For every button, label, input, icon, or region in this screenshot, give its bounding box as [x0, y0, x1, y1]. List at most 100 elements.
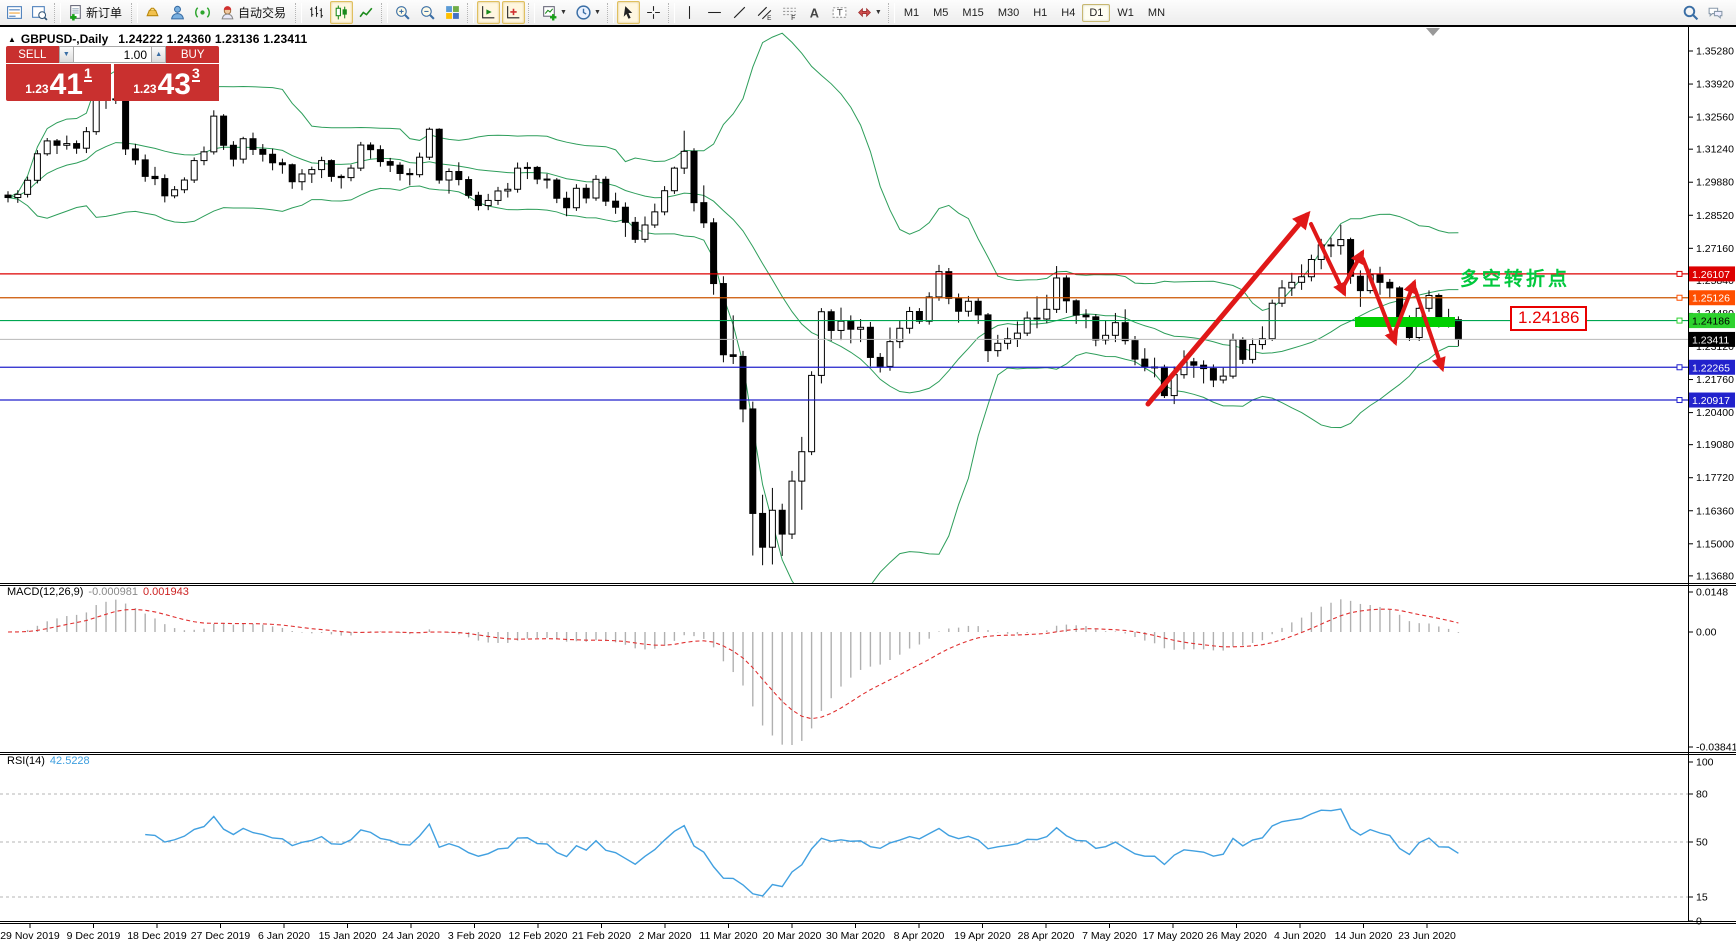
- candle-body: [1249, 344, 1257, 360]
- candle-body: [73, 143, 81, 149]
- volume-down-button[interactable]: ▼: [58, 46, 74, 63]
- candle-body: [63, 143, 71, 146]
- candle-body: [180, 179, 188, 191]
- line-anchor[interactable]: [1676, 294, 1683, 301]
- label-button[interactable]: T: [828, 1, 851, 24]
- candle-body: [396, 164, 404, 174]
- timeframe-m30-button[interactable]: M30: [991, 4, 1026, 22]
- candle-body: [435, 128, 443, 181]
- line-chart-button[interactable]: [355, 1, 378, 24]
- collapse-panel-icon[interactable]: ▲: [8, 35, 16, 44]
- candle-body: [1209, 368, 1217, 381]
- timeframe-m15-button[interactable]: M15: [955, 4, 990, 22]
- cursor-button[interactable]: [616, 1, 640, 24]
- buy-button[interactable]: BUY: [166, 46, 219, 63]
- candle-body: [768, 509, 776, 548]
- vertical-line-icon: [681, 4, 698, 21]
- level-price-label[interactable]: 1.24186: [1510, 306, 1588, 331]
- history-center-button[interactable]: [141, 1, 164, 24]
- svg-text:1.17720: 1.17720: [1696, 472, 1734, 484]
- line-anchor[interactable]: [1676, 270, 1683, 277]
- toolbar-separator: [528, 2, 536, 23]
- tile-windows-button[interactable]: [441, 1, 464, 24]
- chart-shift-marker[interactable]: [1426, 28, 1440, 36]
- candle-body: [504, 188, 512, 192]
- date-axis[interactable]: 29 Nov 2019 9 Dec 2019 18 Dec 2019 27 Dec 2…: [0, 924, 1456, 942]
- candle-body: [808, 374, 816, 453]
- period-button[interactable]: ▼: [572, 1, 604, 24]
- text-icon: A: [806, 4, 823, 21]
- buy-price-big: 43: [157, 68, 191, 101]
- candle-body: [239, 138, 247, 160]
- sell-price-prefix: 1.23: [25, 82, 49, 96]
- candle-body: [847, 320, 855, 330]
- zoom-out-button[interactable]: [416, 1, 439, 24]
- horizontal-line-button[interactable]: [703, 1, 726, 24]
- timeframe-d1-button[interactable]: D1: [1082, 3, 1111, 22]
- candle-body: [1190, 361, 1198, 366]
- candle-body: [582, 187, 590, 199]
- price-axis[interactable]: 1.35280 1.33920 1.32560 1.31240 1.29880 1.285…: [1688, 46, 1736, 928]
- timeframe-m1-button[interactable]: M1: [897, 4, 926, 22]
- svg-text:8 Apr 2020: 8 Apr 2020: [894, 930, 945, 942]
- candle-body: [210, 115, 218, 153]
- line-anchor[interactable]: [1676, 364, 1683, 371]
- candle-body: [817, 311, 825, 376]
- svg-text:1.24186: 1.24186: [1692, 316, 1730, 328]
- candle-body: [484, 199, 492, 207]
- trend-arrow[interactable]: [1145, 210, 1311, 407]
- trendline-button[interactable]: [728, 1, 751, 24]
- volume-input[interactable]: [74, 46, 151, 63]
- vertical-line-button[interactable]: [678, 1, 701, 24]
- bar-chart-button[interactable]: [305, 1, 328, 24]
- candle-body: [641, 224, 649, 240]
- candle-body: [631, 221, 639, 240]
- data-window-button[interactable]: [28, 1, 51, 24]
- timeframe-w1-button[interactable]: W1: [1110, 4, 1141, 22]
- turning-point-annotation[interactable]: 多空转折点: [1460, 264, 1570, 291]
- candle-body: [4, 194, 12, 199]
- support-zone-bar[interactable]: [1355, 317, 1455, 327]
- candle-body: [1278, 287, 1286, 304]
- market-watch-button[interactable]: [3, 1, 26, 24]
- trend-arrow[interactable]: [1361, 257, 1399, 347]
- candle-body: [974, 300, 982, 316]
- svg-text:29 Nov 2019: 29 Nov 2019: [0, 930, 60, 942]
- candle-body: [33, 153, 41, 181]
- candle-body: [53, 140, 61, 146]
- sell-button[interactable]: SELL: [6, 46, 59, 63]
- svg-text:0.0148: 0.0148: [1696, 587, 1728, 599]
- candlestick-chart-button[interactable]: [330, 1, 354, 24]
- chat-button[interactable]: [1704, 1, 1727, 24]
- timeframe-h1-button[interactable]: H1: [1026, 4, 1054, 22]
- new-chart-button[interactable]: ▼: [538, 1, 570, 24]
- timeframe-m5-button[interactable]: M5: [926, 4, 955, 22]
- search-button[interactable]: [1679, 1, 1702, 24]
- autotrading-button[interactable]: 自动交易: [216, 1, 292, 24]
- person-icon: [169, 4, 186, 21]
- timeframe-mn-button[interactable]: MN: [1141, 4, 1172, 22]
- crosshair-button[interactable]: [642, 1, 665, 24]
- timeframe-h4-button[interactable]: H4: [1054, 4, 1082, 22]
- channel-button[interactable]: E: [753, 1, 776, 24]
- rsi-line: [145, 808, 1459, 897]
- community-button[interactable]: [166, 1, 189, 24]
- shapes-button[interactable]: ▼: [853, 1, 885, 24]
- dropdown-caret-icon: ▼: [560, 9, 567, 16]
- text-button[interactable]: A: [803, 1, 826, 24]
- candle-body: [445, 171, 453, 181]
- chart-shift-button[interactable]: [502, 1, 526, 24]
- signals-button[interactable]: [191, 1, 214, 24]
- auto-scroll-button[interactable]: [477, 1, 501, 24]
- svg-text:1.20917: 1.20917: [1692, 395, 1730, 407]
- line-anchor[interactable]: [1676, 397, 1683, 404]
- buy-price-button[interactable]: 1.23 43 3: [114, 64, 219, 101]
- candle-body: [563, 197, 571, 209]
- line-anchor[interactable]: [1676, 317, 1683, 324]
- zoom-in-icon: [394, 4, 411, 21]
- volume-up-button[interactable]: ▲: [151, 46, 167, 63]
- zoom-in-button[interactable]: [391, 1, 414, 24]
- fibonacci-button[interactable]: F: [778, 1, 801, 24]
- sell-price-button[interactable]: 1.23 41 1: [6, 64, 111, 101]
- new-order-button[interactable]: 新订单: [64, 1, 128, 24]
